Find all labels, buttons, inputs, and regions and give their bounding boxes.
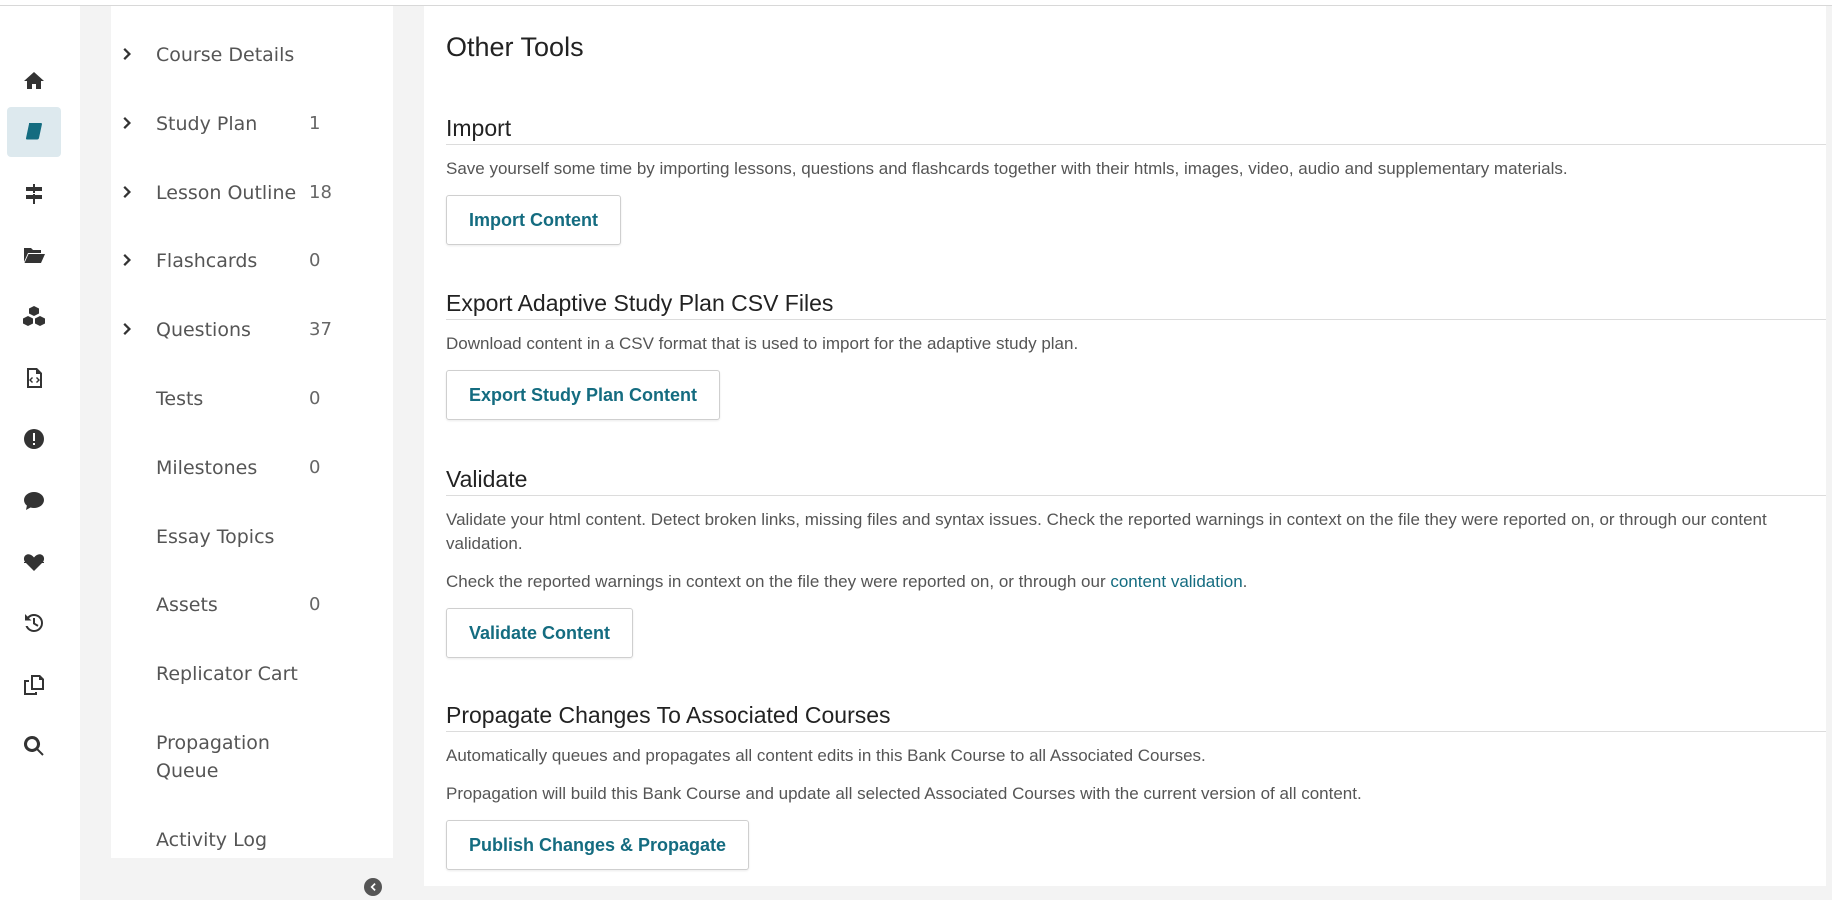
chevron-right-icon[interactable] — [121, 319, 135, 335]
alert-icon[interactable] — [7, 414, 61, 464]
validate-content-button[interactable]: Validate Content — [446, 608, 634, 658]
chevron-right-icon[interactable] — [121, 250, 135, 266]
chevron-right-icon[interactable] — [121, 44, 135, 60]
section-description: Download content in a CSV format that is… — [446, 334, 1079, 353]
home-icon[interactable] — [7, 56, 61, 106]
nav-item-count: 0 — [309, 388, 321, 409]
chevron-right-icon[interactable] — [121, 182, 135, 198]
book-icon[interactable] — [7, 107, 61, 157]
section-description: Validate your html content. Detect broke… — [446, 510, 1767, 553]
course-nav-panel: Course Details Study Plan 1 Lesson Outli… — [111, 6, 393, 858]
section-heading: Export Adaptive Study Plan CSV Files — [446, 289, 1826, 320]
nav-item-label: Essay Topics — [156, 526, 275, 548]
section-heading: Import — [446, 114, 1826, 145]
collapse-sidebar-button[interactable] — [364, 878, 382, 896]
nav-item-label: Assets — [156, 594, 218, 616]
description-text: Check the reported warnings in context o… — [446, 572, 1111, 591]
export-section: Export Adaptive Study Plan CSV Files Dow… — [446, 289, 1826, 420]
section-description-secondary: Propagation will build this Bank Course … — [446, 784, 1362, 803]
section-heading: Validate — [446, 465, 1826, 496]
nav-item-label: Questions — [156, 319, 251, 341]
nav-item-label: Milestones — [156, 457, 258, 479]
signpost-icon[interactable] — [7, 169, 61, 219]
nav-item-count: 37 — [309, 319, 332, 340]
nav-item-label: Replicator Cart — [156, 663, 298, 685]
import-section: Import Save yourself some time by import… — [446, 114, 1826, 245]
nav-item-label: Flashcards — [156, 250, 258, 272]
icon-rail — [0, 6, 80, 900]
validate-section: Validate Validate your html content. Det… — [446, 465, 1826, 658]
nav-item-count: 0 — [309, 594, 321, 615]
nav-item-count: 18 — [309, 182, 332, 203]
nav-item-label: Course Details — [156, 44, 295, 66]
nav-item-label: Study Plan — [156, 113, 258, 135]
export-study-plan-button[interactable]: Export Study Plan Content — [446, 370, 721, 420]
folder-open-icon[interactable] — [7, 230, 61, 280]
history-icon[interactable] — [7, 598, 61, 648]
copy-icon[interactable] — [7, 660, 61, 710]
search-icon[interactable] — [7, 721, 61, 771]
cubes-icon[interactable] — [7, 291, 61, 341]
main-content: Other Tools Import Save yourself some ti… — [424, 6, 1826, 886]
chevron-left-icon — [370, 883, 376, 891]
section-description: Automatically queues and propagates all … — [446, 746, 1206, 765]
nav-item-count: 0 — [309, 250, 321, 271]
nav-item-count: 0 — [309, 457, 321, 478]
nav-item-label: Activity Log — [156, 829, 268, 851]
nav-item-label: Propagation Queue — [156, 732, 270, 782]
comment-icon[interactable] — [7, 476, 61, 526]
content-validation-link[interactable]: content validation — [1110, 572, 1242, 591]
nav-item-label: Tests — [156, 388, 204, 410]
section-description: Save yourself some time by importing les… — [446, 159, 1568, 178]
nav-item-count: 1 — [309, 113, 321, 134]
section-heading: Propagate Changes To Associated Courses — [446, 701, 1826, 732]
code-file-icon[interactable] — [7, 353, 61, 403]
propagate-section: Propagate Changes To Associated Courses … — [446, 701, 1826, 870]
nav-item-label: Lesson Outline — [156, 182, 297, 204]
import-content-button[interactable]: Import Content — [446, 195, 621, 245]
heartbeat-icon[interactable] — [7, 537, 61, 587]
description-text: . — [1242, 572, 1248, 591]
page-title: Other Tools — [446, 32, 584, 62]
publish-propagate-button[interactable]: Publish Changes & Propagate — [446, 820, 750, 870]
section-description-secondary: Check the reported warnings in context o… — [446, 570, 1826, 594]
chevron-right-icon[interactable] — [121, 113, 135, 129]
